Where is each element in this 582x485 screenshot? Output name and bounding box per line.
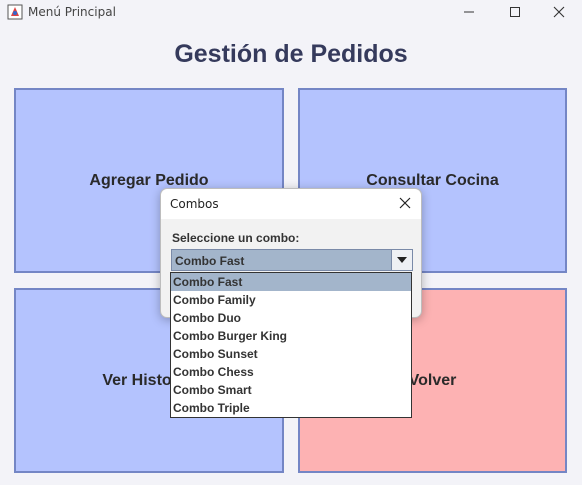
window-title: Menú Principal xyxy=(28,5,116,19)
combo-option[interactable]: Combo Duo xyxy=(171,309,411,327)
combo-option[interactable]: Combo Fast xyxy=(171,273,411,291)
dialog-title: Combos xyxy=(170,197,219,211)
java-app-icon xyxy=(7,4,23,20)
combo-option[interactable]: Combo Chess xyxy=(171,363,411,381)
combo-option[interactable]: Combo Family xyxy=(171,291,411,309)
dialog-close-icon[interactable] xyxy=(397,195,413,211)
agregar-pedido-label: Agregar Pedido xyxy=(89,171,209,189)
combo-option[interactable]: Combo Burger King xyxy=(171,327,411,345)
combo-option[interactable]: Combo Smart xyxy=(171,381,411,399)
window-titlebar: Menú Principal xyxy=(0,0,582,25)
maximize-icon[interactable] xyxy=(492,0,538,24)
combo-option[interactable]: Combo Sunset xyxy=(171,345,411,363)
consultar-cocina-label: Consultar Cocina xyxy=(366,171,499,189)
combo-options-list: Combo Fast Combo Family Combo Duo Combo … xyxy=(170,272,412,418)
volver-label: Volver xyxy=(408,371,457,389)
combo-select[interactable]: Combo Fast xyxy=(171,249,413,271)
page-title: Gestión de Pedidos xyxy=(174,40,408,68)
dialog-header: Combos xyxy=(161,189,421,219)
close-icon[interactable] xyxy=(536,0,582,24)
combo-select-value: Combo Fast xyxy=(175,254,245,268)
minimize-icon[interactable] xyxy=(446,0,492,24)
combo-select-label: Seleccione un combo: xyxy=(172,231,300,245)
chevron-down-icon[interactable] xyxy=(391,250,412,270)
combo-option[interactable]: Combo Triple xyxy=(171,399,411,417)
